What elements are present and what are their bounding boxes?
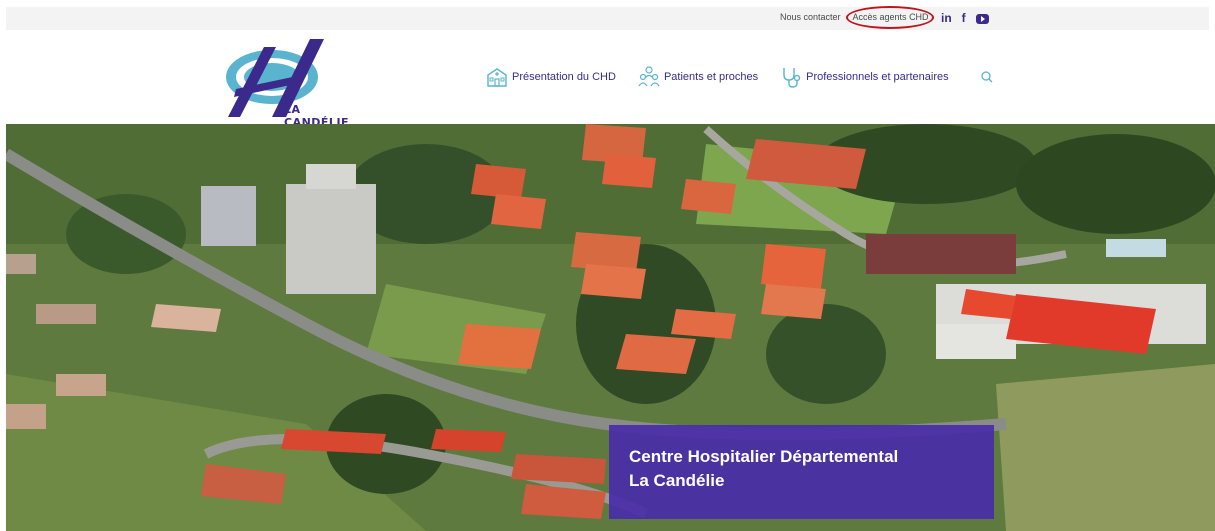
hospital-building-icon: [487, 68, 507, 87]
nav-item-label: Professionnels et partenaires: [806, 71, 949, 83]
linkedin-icon[interactable]: in: [941, 11, 952, 25]
nav-item-label: Patients et proches: [663, 71, 759, 83]
social-links: in f: [941, 11, 989, 25]
contact-link[interactable]: Nous contacter: [780, 12, 841, 22]
hero-image: Centre Hospitalier Départemental La Cand…: [6, 124, 1215, 531]
nav-item-label: Présentation du CHD: [512, 71, 616, 83]
youtube-icon[interactable]: [975, 14, 989, 24]
hero-title-line2: La Candélie: [629, 471, 725, 490]
stethoscope-icon: [783, 68, 801, 88]
facebook-icon[interactable]: f: [962, 11, 966, 25]
people-icon: [638, 66, 660, 87]
nav-item-patients[interactable]: Patients et proches: [638, 66, 758, 88]
site-logo[interactable]: LA CANDÉLIE: [222, 37, 354, 129]
site-header: LA CANDÉLIE Présentation du CHD Patients…: [0, 30, 1215, 129]
hero-banner: Centre Hospitalier Départemental La Cand…: [609, 425, 994, 519]
nav-item-professionnels[interactable]: Professionnels et partenaires: [780, 66, 949, 88]
agents-access-link[interactable]: Accès agents CHD: [845, 6, 934, 29]
utility-links: Nous contacter Accès agents CHD: [780, 6, 934, 29]
hero-title-line1: Centre Hospitalier Départemental: [629, 447, 899, 466]
nav-item-presentation[interactable]: Présentation du CHD: [486, 67, 616, 87]
top-utility-bar: Nous contacter Accès agents CHD in f: [6, 6, 1209, 30]
search-icon[interactable]: [981, 71, 993, 83]
main-nav: Présentation du CHD Patients et proches …: [486, 66, 971, 88]
